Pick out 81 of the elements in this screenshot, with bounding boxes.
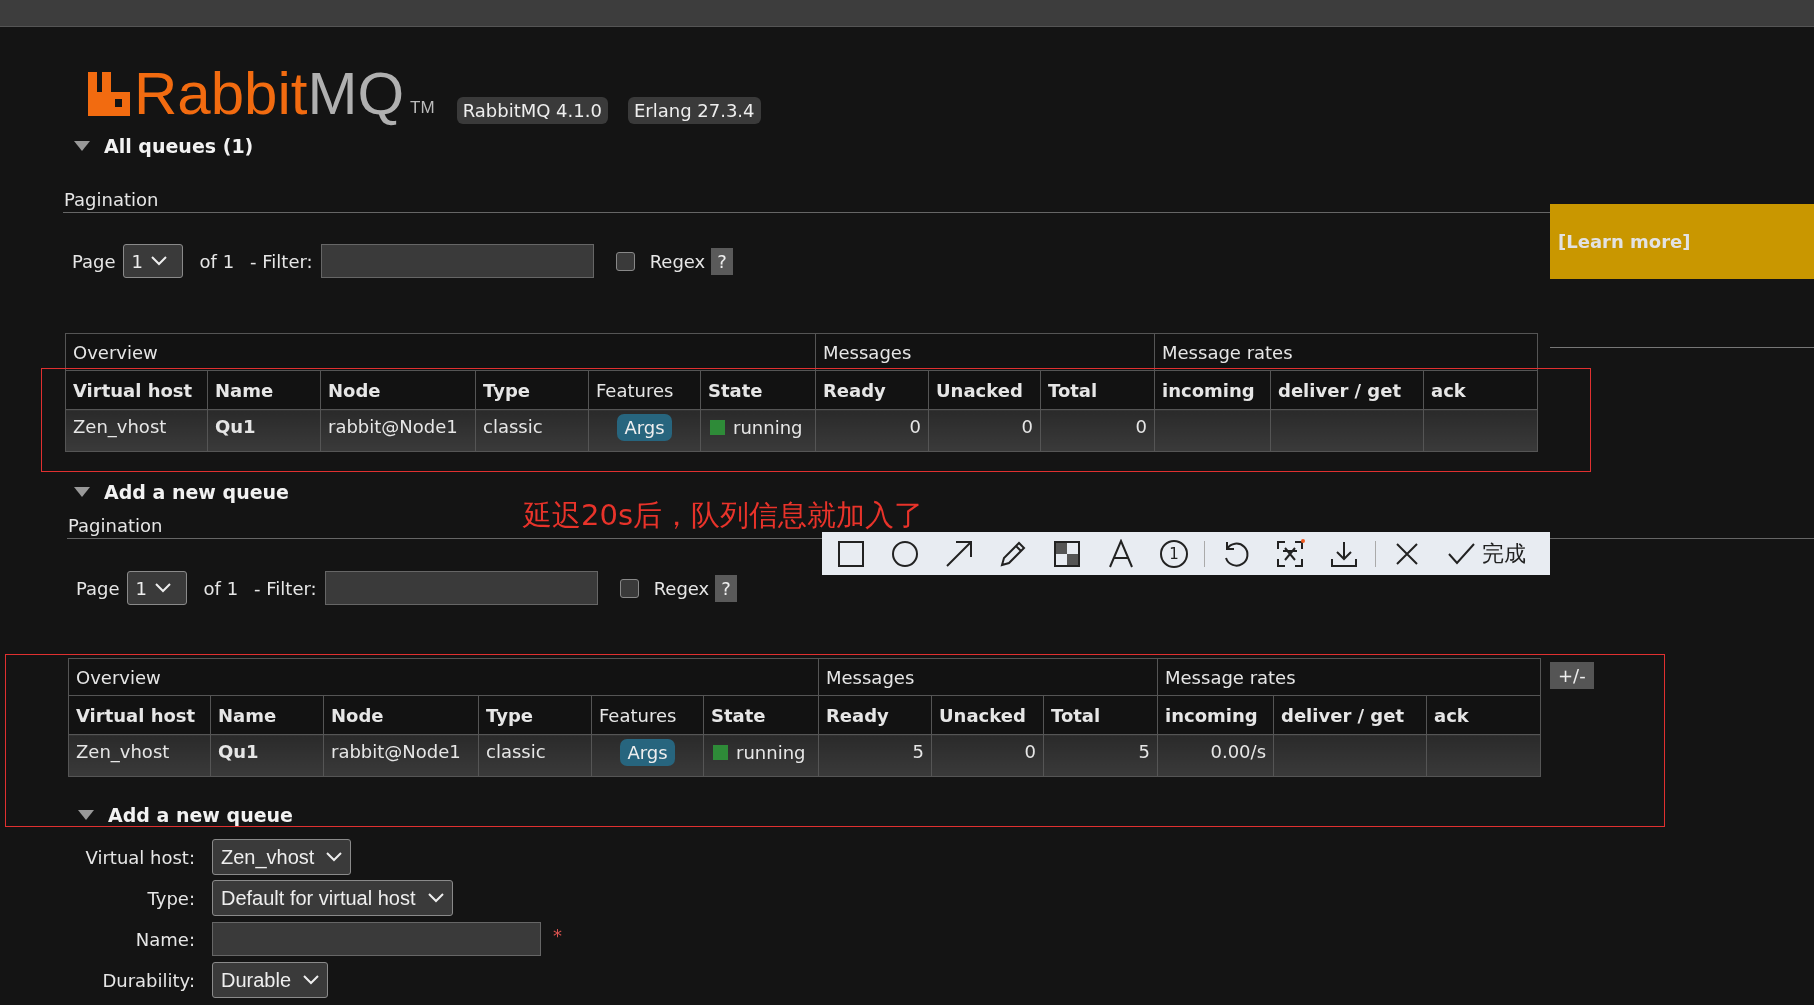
table-cell: 5 bbox=[1043, 734, 1158, 777]
version-badge: Erlang 27.3.4 bbox=[627, 97, 761, 124]
column-header[interactable]: Features bbox=[591, 695, 704, 735]
trademark-text: TM bbox=[410, 98, 435, 118]
table-cell: Zen_vhost bbox=[65, 409, 208, 452]
table-cell: 0 bbox=[815, 409, 929, 452]
table-cell: 5 bbox=[818, 734, 932, 777]
column-header[interactable]: ack bbox=[1426, 695, 1541, 735]
table-cell: 0 bbox=[1040, 409, 1155, 452]
column-header[interactable]: incoming bbox=[1154, 370, 1271, 410]
column-header[interactable]: State bbox=[700, 370, 816, 410]
field-label: Durability: bbox=[101, 969, 195, 991]
done-button[interactable]: 完成 bbox=[1446, 538, 1526, 569]
annotation-text: 延迟20s后，队列信息就加入了 bbox=[523, 497, 923, 534]
field-label: Type: bbox=[146, 887, 195, 909]
column-header[interactable]: Name bbox=[210, 695, 324, 735]
regex-label: Regex bbox=[649, 250, 706, 272]
section-heading[interactable]: Add a new queue bbox=[108, 804, 293, 826]
required-mark: * bbox=[553, 924, 562, 946]
table-cell: 0 bbox=[928, 409, 1041, 452]
column-header[interactable]: Virtual host bbox=[68, 695, 211, 735]
section-heading[interactable]: Add a new queue bbox=[104, 481, 289, 503]
column-header[interactable]: Unacked bbox=[931, 695, 1044, 735]
column-header[interactable]: Ready bbox=[818, 695, 932, 735]
logo-text: RabbitMQ bbox=[134, 64, 405, 124]
column-group-header: Messages bbox=[818, 658, 1158, 696]
section-label: Pagination bbox=[63, 188, 1550, 213]
select-field[interactable]: Zen_vhost bbox=[212, 839, 352, 875]
page-count: of 1 bbox=[199, 250, 235, 272]
column-header[interactable]: Virtual host bbox=[65, 370, 208, 410]
columns-toggle-button[interactable]: +/- bbox=[1550, 662, 1594, 689]
page-count: of 1 bbox=[203, 577, 239, 599]
feature-badge[interactable]: Args bbox=[617, 414, 672, 441]
table-cell: Zen_vhost bbox=[68, 734, 211, 777]
help-button[interactable]: ? bbox=[715, 574, 737, 602]
column-header[interactable]: Type bbox=[475, 370, 589, 410]
table-cell: classic bbox=[478, 734, 592, 777]
filter-label: - Filter: bbox=[250, 250, 313, 272]
feature-badge[interactable]: Args bbox=[620, 739, 675, 766]
regex-label: Regex bbox=[653, 577, 710, 599]
page-select[interactable]: 1 bbox=[122, 244, 183, 278]
column-header[interactable]: Type bbox=[478, 695, 592, 735]
column-header[interactable]: incoming bbox=[1157, 695, 1274, 735]
version-badge: RabbitMQ 4.1.0 bbox=[456, 97, 608, 124]
column-header[interactable]: Node bbox=[323, 695, 479, 735]
column-group-header: Message rates bbox=[1157, 658, 1541, 696]
table-cell: rabbit@Node1 bbox=[323, 734, 479, 777]
status-text: running bbox=[736, 742, 806, 763]
table-cell: Qu1 bbox=[210, 734, 324, 777]
column-group-header: Message rates bbox=[1154, 333, 1538, 371]
column-header[interactable]: State bbox=[703, 695, 819, 735]
table-cell: rabbit@Node1 bbox=[320, 409, 476, 452]
table-cell: 0.00/s bbox=[1157, 734, 1274, 777]
column-header[interactable]: Total bbox=[1040, 370, 1155, 410]
column-header[interactable]: Name bbox=[207, 370, 321, 410]
table-cell: classic bbox=[475, 409, 589, 452]
column-header[interactable]: Features bbox=[588, 370, 701, 410]
help-button[interactable]: ? bbox=[711, 247, 733, 275]
table-cell: Qu1 bbox=[207, 409, 321, 452]
column-group-header: Overview bbox=[65, 333, 816, 371]
section-heading[interactable]: All queues (1) bbox=[104, 135, 254, 157]
field-label: Virtual host: bbox=[84, 846, 195, 868]
column-header[interactable]: Unacked bbox=[928, 370, 1041, 410]
page-label: Page bbox=[72, 250, 116, 272]
status-text: running bbox=[733, 417, 803, 438]
column-group-header: Overview bbox=[68, 658, 819, 696]
page-select[interactable]: 1 bbox=[126, 571, 187, 605]
column-header[interactable]: deliver / get bbox=[1273, 695, 1427, 735]
filter-label: - Filter: bbox=[254, 577, 317, 599]
page-label: Page bbox=[76, 577, 120, 599]
column-header[interactable]: Ready bbox=[815, 370, 929, 410]
column-header[interactable]: Node bbox=[320, 370, 476, 410]
column-header[interactable]: Total bbox=[1043, 695, 1158, 735]
column-group-header: Messages bbox=[815, 333, 1155, 371]
column-header[interactable]: deliver / get bbox=[1270, 370, 1424, 410]
field-label: Name: bbox=[134, 928, 195, 950]
column-header[interactable]: ack bbox=[1423, 370, 1538, 410]
select-field[interactable]: Default for virtual host bbox=[212, 880, 453, 916]
step-number-button[interactable]: 1 bbox=[1160, 539, 1188, 568]
select-field[interactable]: Durable bbox=[212, 962, 329, 998]
table-cell: 0 bbox=[931, 734, 1044, 777]
